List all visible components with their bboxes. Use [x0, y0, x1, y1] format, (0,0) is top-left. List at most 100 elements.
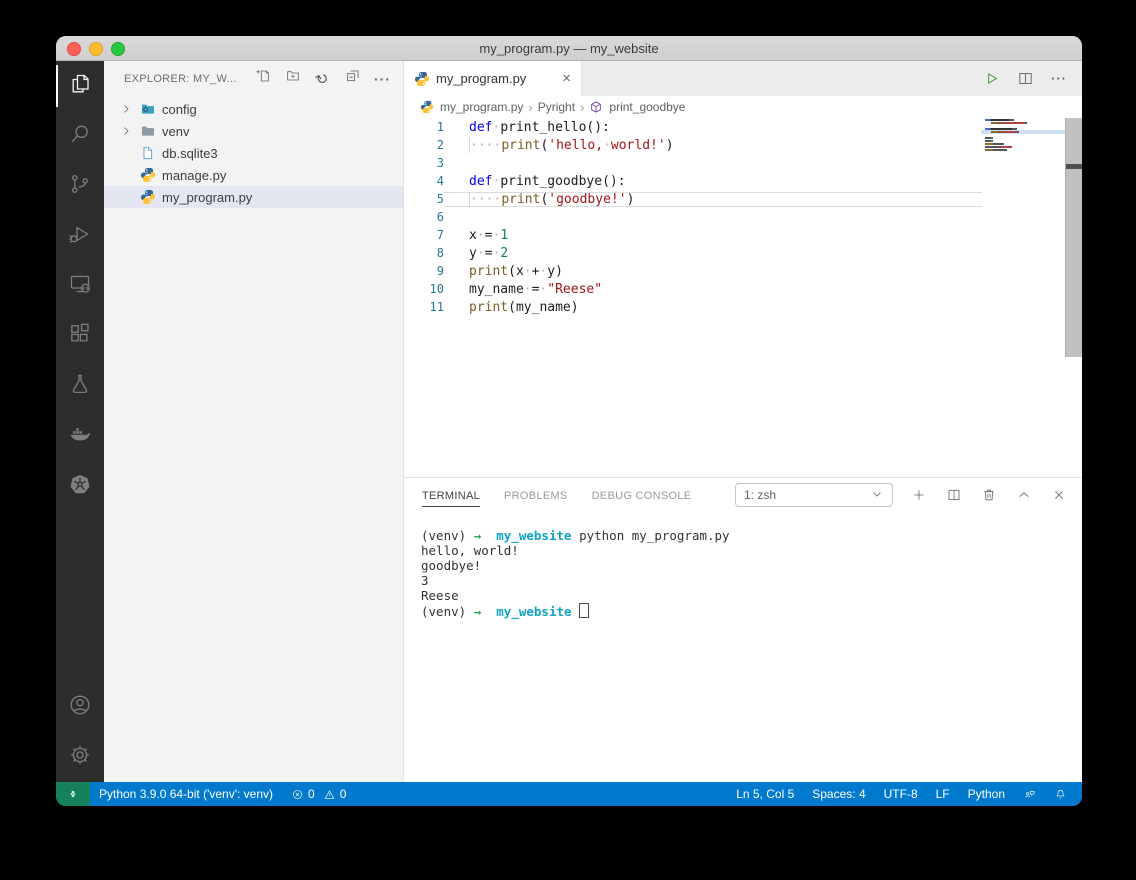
breadcrumb-scope[interactable]: Pyright — [538, 100, 575, 114]
editor-tab-bar: my_program.py × ··· — [404, 61, 1082, 96]
zoom-window-button[interactable] — [111, 42, 125, 56]
new-terminal-button[interactable] — [910, 486, 928, 504]
code-line-7[interactable]: 7x·=·1 — [404, 226, 1082, 244]
collapse-folders-icon — [345, 68, 361, 89]
python-interpreter-status[interactable]: Python 3.9.0 64-bit ('venv': venv) — [90, 787, 282, 801]
kill-terminal-button[interactable] — [980, 486, 998, 504]
tab-debug-console[interactable]: DEBUG CONSOLE — [592, 481, 692, 509]
line-number: 3 — [404, 156, 444, 170]
line-number: 8 — [404, 246, 444, 260]
chevron-right-icon — [118, 123, 134, 139]
activity-item-docker[interactable] — [56, 411, 104, 461]
terminal-line: 3 — [421, 573, 1082, 588]
feedback-button[interactable] — [1014, 788, 1045, 801]
maximize-panel-button[interactable] — [1015, 486, 1033, 504]
code-line-8[interactable]: 8y·=·2 — [404, 244, 1082, 262]
line-number: 9 — [404, 264, 444, 278]
language-mode-status[interactable]: Python — [959, 787, 1014, 801]
refresh-explorer-button[interactable]: ↻ — [314, 70, 331, 87]
activity-item-settings[interactable] — [56, 732, 104, 782]
folder-config-icon — [140, 101, 156, 117]
remote-indicator-button[interactable] — [56, 782, 90, 806]
activity-item-accounts[interactable] — [56, 682, 104, 732]
new-folder-icon — [285, 68, 301, 89]
tab-terminal[interactable]: TERMINAL — [422, 481, 480, 509]
activity-item-kubernetes[interactable] — [56, 461, 104, 511]
chevron-down-icon — [870, 487, 884, 504]
code-line-10[interactable]: 10my_name·=·"Reese" — [404, 280, 1082, 298]
activity-item-run-and-debug[interactable] — [56, 211, 104, 261]
terminal-line: (venv) → my_website python my_program.py — [421, 528, 1082, 543]
terminal-output[interactable]: (venv) → my_website python my_program.py… — [404, 512, 1082, 782]
terminal-cursor — [579, 603, 589, 618]
cursor-position-status[interactable]: Ln 5, Col 5 — [727, 787, 803, 801]
window-title: my_program.py — my_website — [479, 41, 658, 56]
more-editor-actions-button[interactable]: ··· — [1050, 70, 1068, 88]
tree-item-label: my_program.py — [162, 190, 252, 205]
code-line-2[interactable]: 2····print('hello,·world!') — [404, 136, 1082, 154]
indentation-status[interactable]: Spaces: 4 — [803, 787, 874, 801]
minimap[interactable] — [985, 118, 1065, 152]
code-line-9[interactable]: 9print(x·+·y) — [404, 262, 1082, 280]
bottom-panel: TERMINAL PROBLEMS DEBUG CONSOLE 1: zsh — [404, 477, 1082, 782]
close-tab-icon[interactable]: × — [562, 71, 571, 86]
source-control-icon — [68, 172, 92, 201]
search-icon — [68, 122, 92, 151]
tree-item-venv[interactable]: venv — [104, 120, 403, 142]
terminal-line: Reese — [421, 588, 1082, 603]
code-editor[interactable]: 1def·print_hello():2····print('hello,·wo… — [404, 118, 1082, 477]
feedback-icon — [1023, 788, 1036, 801]
explorer-sidebar: EXPLORER: MY_W... ↻··· configvenvdb.sqli… — [104, 61, 404, 782]
tab-problems[interactable]: PROBLEMS — [504, 481, 568, 509]
tree-item-manage.py[interactable]: manage.py — [104, 164, 403, 186]
docker-icon — [68, 422, 92, 451]
more-actions-button[interactable]: ··· — [374, 70, 391, 87]
account-icon — [68, 693, 92, 722]
split-terminal-button[interactable] — [945, 486, 963, 504]
code-line-6[interactable]: 6 — [404, 208, 1082, 226]
breadcrumb-file[interactable]: my_program.py — [420, 100, 523, 114]
activity-bar — [56, 61, 104, 782]
editor-scrollbar[interactable] — [1065, 118, 1082, 357]
notifications-button[interactable] — [1045, 788, 1076, 801]
terminal-line: goodbye! — [421, 558, 1082, 573]
encoding-status[interactable]: UTF-8 — [875, 787, 927, 801]
terminal-line: (venv) → my_website — [421, 603, 1082, 619]
kubernetes-icon — [68, 472, 92, 501]
tab-my-program[interactable]: my_program.py × — [404, 61, 582, 96]
tree-item-db.sqlite3[interactable]: db.sqlite3 — [104, 142, 403, 164]
activity-item-explorer[interactable] — [56, 61, 104, 111]
tree-item-my_program.py[interactable]: my_program.py — [104, 186, 403, 208]
code-line-5[interactable]: 5····print('goodbye!') — [404, 190, 1082, 208]
activity-item-remote-explorer[interactable] — [56, 261, 104, 311]
problems-status[interactable]: 0 0 — [282, 787, 355, 801]
python-icon — [140, 167, 156, 183]
collapse-folders-button[interactable] — [344, 70, 361, 87]
activity-item-extensions[interactable] — [56, 311, 104, 361]
activity-item-search[interactable] — [56, 111, 104, 161]
code-line-4[interactable]: 4def·print_goodbye(): — [404, 172, 1082, 190]
close-panel-button[interactable] — [1050, 486, 1068, 504]
code-line-3[interactable]: 3 — [404, 154, 1082, 172]
activity-item-testing[interactable] — [56, 361, 104, 411]
close-window-button[interactable] — [67, 42, 81, 56]
tree-item-label: config — [162, 102, 197, 117]
python-file-icon — [414, 71, 430, 87]
minimize-window-button[interactable] — [89, 42, 103, 56]
scrollbar-thumb[interactable] — [1066, 164, 1082, 169]
split-editor-button[interactable] — [1016, 70, 1034, 88]
eol-status[interactable]: LF — [927, 787, 959, 801]
file-tree: config venv db.sqlite3 manage.py my_program.… — [104, 96, 403, 208]
tree-item-label: manage.py — [162, 168, 226, 183]
code-line-11[interactable]: 11print(my_name) — [404, 298, 1082, 316]
new-folder-button[interactable] — [284, 70, 301, 87]
activity-item-source-control[interactable] — [56, 161, 104, 211]
breadcrumb-symbol[interactable]: print_goodbye — [589, 100, 685, 114]
tree-item-label: venv — [162, 124, 189, 139]
tree-item-config[interactable]: config — [104, 98, 403, 120]
run-python-file-button[interactable] — [982, 70, 1000, 88]
explorer-header: EXPLORER: MY_W... ↻··· — [104, 61, 403, 96]
new-file-button[interactable] — [254, 70, 271, 87]
terminal-select[interactable]: 1: zsh — [735, 483, 893, 507]
title-bar: my_program.py — my_website — [56, 36, 1082, 61]
